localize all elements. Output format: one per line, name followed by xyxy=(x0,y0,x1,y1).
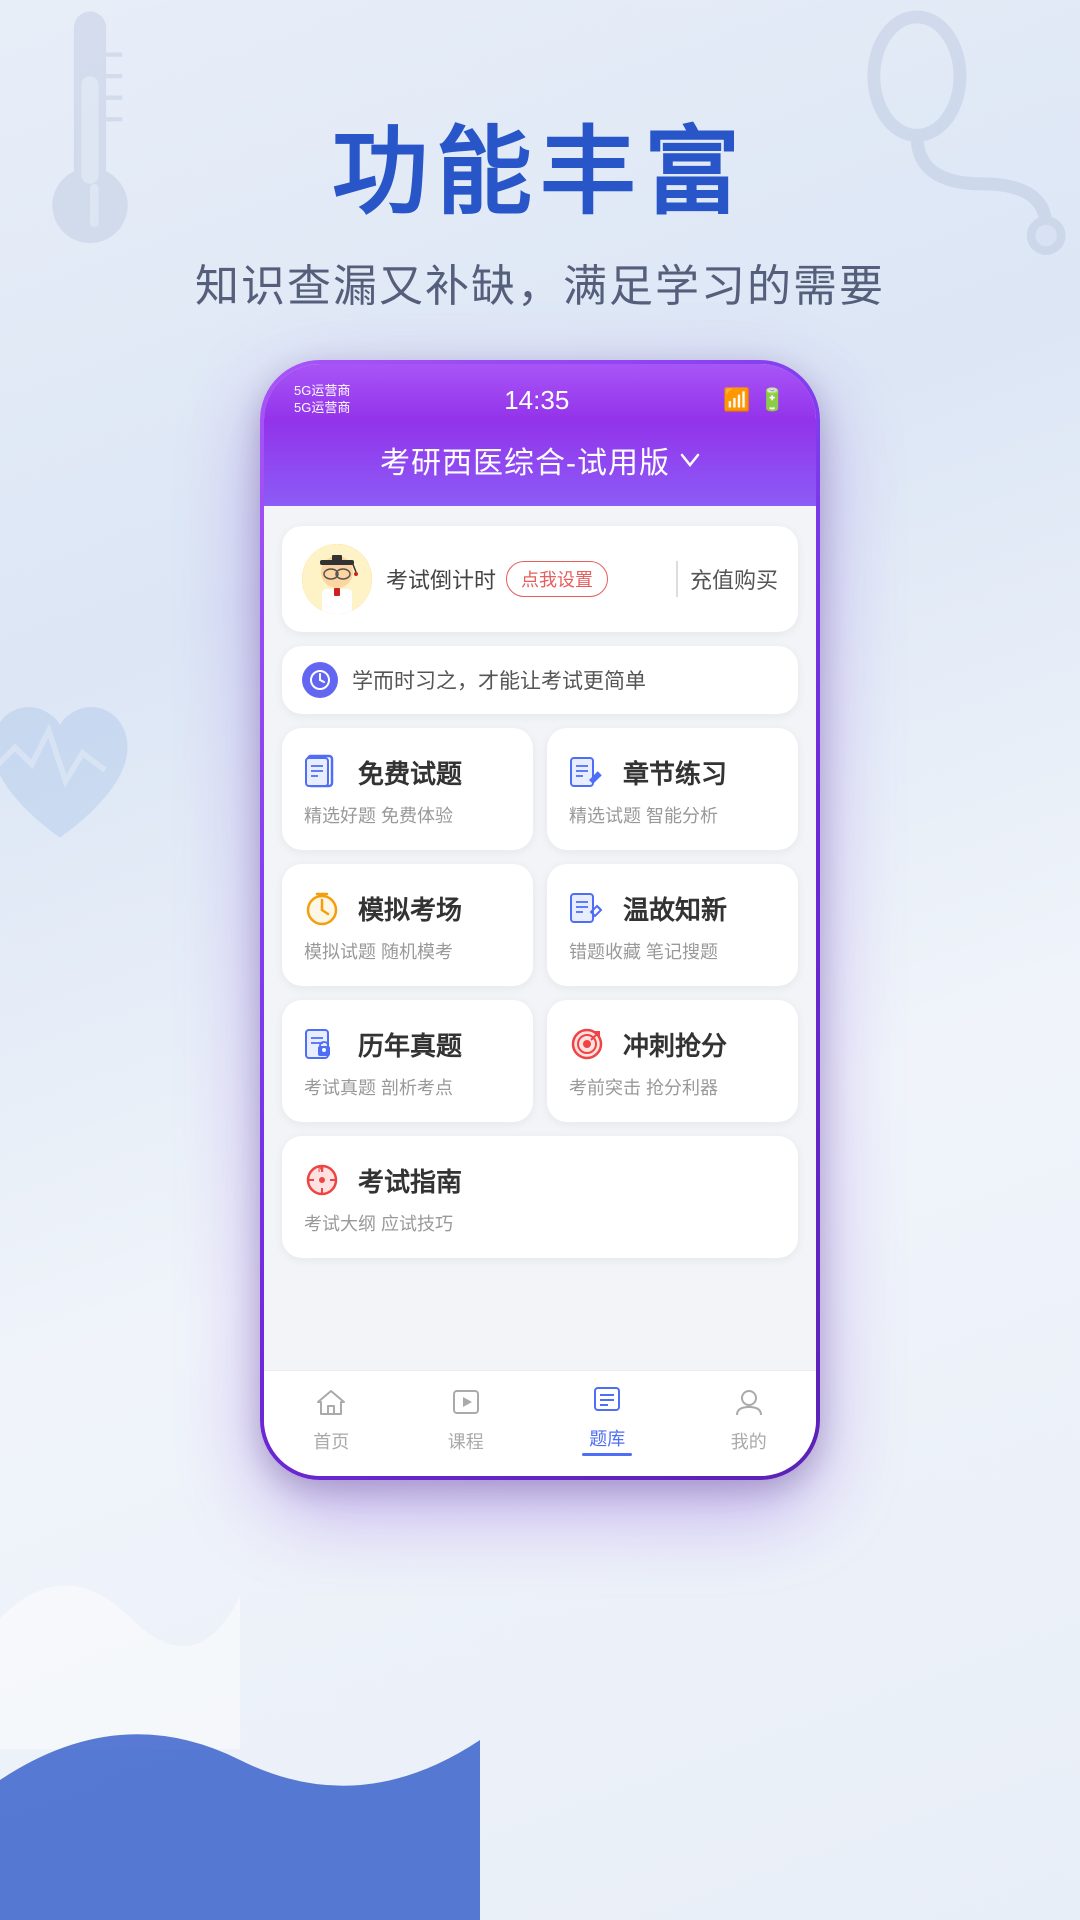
mock-exam-title: 模拟考场 xyxy=(358,890,462,927)
avatar xyxy=(302,544,372,614)
battery-icon: 🔋 xyxy=(759,387,786,413)
recharge-area: 充值购买 xyxy=(676,561,778,597)
countdown-section: 考试倒计时 点我设置 xyxy=(386,561,608,597)
nav-label-course: 课程 xyxy=(448,1428,484,1454)
feature-card-top: 模拟考场 xyxy=(300,886,515,930)
phone-mockup: 5G运营商 5G运营商 14:35 📶 🔋 考研西医综合-试用版 xyxy=(260,360,820,1480)
app-title: 考研西医综合-试用版 xyxy=(380,438,670,482)
feature-card-top: 冲刺抢分 xyxy=(565,1022,780,1066)
compass-red-icon: N xyxy=(300,1158,344,1202)
bg-blue-bottom xyxy=(0,1700,480,1920)
svg-text:N: N xyxy=(318,1165,324,1174)
document-pencil-blue-icon xyxy=(565,886,609,930)
free-questions-title: 免费试题 xyxy=(358,754,462,791)
clock-orange-icon xyxy=(300,886,344,930)
feature-card-mock-exam[interactable]: 模拟考场 模拟试题 随机模考 xyxy=(282,864,533,986)
avatar-area: 考试倒计时 点我设置 xyxy=(302,544,608,614)
countdown-set-button[interactable]: 点我设置 xyxy=(506,561,608,597)
nav-item-mine[interactable]: 我的 xyxy=(711,1384,787,1458)
past-exams-desc: 考试真题 剖析考点 xyxy=(300,1074,515,1100)
countdown-label: 考试倒计时 xyxy=(386,563,496,595)
dropdown-arrow-icon[interactable] xyxy=(680,447,700,473)
content-area: 考试倒计时 点我设置 充值购买 xyxy=(264,506,816,1370)
mine-icon xyxy=(734,1388,764,1424)
phone-inner: 5G运营商 5G运营商 14:35 📶 🔋 考研西医综合-试用版 xyxy=(264,364,816,1476)
library-icon xyxy=(592,1385,622,1421)
course-icon xyxy=(451,1388,481,1424)
status-time: 14:35 xyxy=(504,385,569,416)
status-icons: 📶 🔋 xyxy=(723,387,786,413)
feature-card-review[interactable]: 温故知新 错题收藏 笔记搜题 xyxy=(547,864,798,986)
feature-card-chapter-practice[interactable]: 章节练习 精选试题 智能分析 xyxy=(547,728,798,850)
feature-card-past-exams[interactable]: 历年真题 考试真题 剖析考点 xyxy=(282,1000,533,1122)
document-edit-blue-icon xyxy=(565,750,609,794)
chapter-practice-title: 章节练习 xyxy=(623,754,727,791)
feature-grid-top: 免费试题 精选好题 免费体验 xyxy=(282,728,798,986)
notice-text: 学而时习之，才能让考试更简单 xyxy=(352,665,646,695)
clock-icon xyxy=(302,662,338,698)
feature-card-top: 章节练习 xyxy=(565,750,780,794)
hero-subtitle: 知识查漏又补缺，满足学习的需要 xyxy=(0,250,1080,314)
carrier1: 5G运营商 xyxy=(294,383,350,400)
nav-item-home[interactable]: 首页 xyxy=(293,1384,369,1458)
exam-guide-desc: 考试大纲 应试技巧 xyxy=(300,1210,780,1236)
past-exams-title: 历年真题 xyxy=(358,1026,462,1063)
app-header[interactable]: 考研西医综合-试用版 xyxy=(264,420,816,506)
nav-active-indicator xyxy=(582,1453,632,1456)
feature-card-top: 免费试题 xyxy=(300,750,515,794)
exam-guide-title: 考试指南 xyxy=(358,1162,462,1199)
document-lock-blue-icon xyxy=(300,1022,344,1066)
review-title: 温故知新 xyxy=(623,890,727,927)
divider xyxy=(676,561,678,597)
bg-wave-left xyxy=(0,1530,240,1750)
review-desc: 错题收藏 笔记搜题 xyxy=(565,938,780,964)
feature-card-exam-guide[interactable]: N 考试指南 考试大纲 应试技巧 xyxy=(282,1136,798,1258)
nav-label-home: 首页 xyxy=(313,1428,349,1454)
home-icon xyxy=(316,1388,346,1424)
nav-item-library[interactable]: 题库 xyxy=(562,1381,652,1460)
nav-label-library: 题库 xyxy=(589,1425,625,1451)
status-bar: 5G运营商 5G运营商 14:35 📶 🔋 xyxy=(264,364,816,420)
document-blue-icon xyxy=(300,750,344,794)
notice-bar: 学而时习之，才能让考试更简单 xyxy=(282,646,798,714)
sprint-title: 冲刺抢分 xyxy=(623,1026,727,1063)
sprint-desc: 考前突击 抢分利器 xyxy=(565,1074,780,1100)
carrier-info: 5G运营商 5G运营商 xyxy=(294,383,350,417)
hero-title: 功能丰富 xyxy=(0,120,1080,226)
chapter-practice-desc: 精选试题 智能分析 xyxy=(565,802,780,828)
nav-label-mine: 我的 xyxy=(731,1428,767,1454)
recharge-button[interactable]: 充值购买 xyxy=(690,563,778,595)
feature-card-top: 温故知新 xyxy=(565,886,780,930)
feature-card-free-questions[interactable]: 免费试题 精选好题 免费体验 xyxy=(282,728,533,850)
bottom-nav: 首页 课程 xyxy=(264,1370,816,1476)
free-questions-desc: 精选好题 免费体验 xyxy=(300,802,515,828)
feature-card-top: N 考试指南 xyxy=(300,1158,780,1202)
phone-shell: 5G运营商 5G运营商 14:35 📶 🔋 考研西医综合-试用版 xyxy=(260,360,820,1480)
hero-section: 功能丰富 知识查漏又补缺，满足学习的需要 xyxy=(0,120,1080,314)
info-card: 考试倒计时 点我设置 充值购买 xyxy=(282,526,798,632)
mock-exam-desc: 模拟试题 随机模考 xyxy=(300,938,515,964)
target-red-icon xyxy=(565,1022,609,1066)
feature-grid-bottom: 历年真题 考试真题 剖析考点 xyxy=(282,1000,798,1122)
feature-card-top: 历年真题 xyxy=(300,1022,515,1066)
bg-heart xyxy=(0,680,150,860)
carrier2: 5G运营商 xyxy=(294,400,350,417)
feature-card-sprint[interactable]: 冲刺抢分 考前突击 抢分利器 xyxy=(547,1000,798,1122)
nav-item-course[interactable]: 课程 xyxy=(428,1384,504,1458)
wifi-icon: 📶 xyxy=(723,387,750,413)
